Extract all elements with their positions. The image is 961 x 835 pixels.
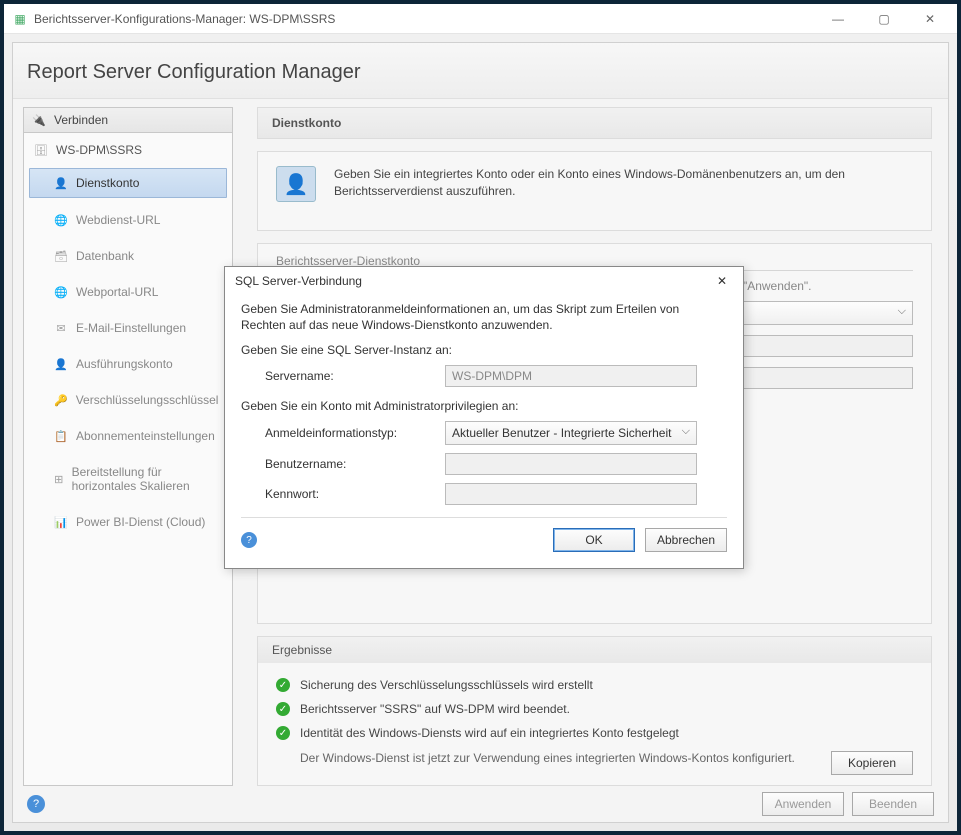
check-icon: ✓ bbox=[276, 726, 290, 740]
titlebar: ▦ Berichtsserver-Konfigurations-Manager:… bbox=[4, 4, 957, 34]
close-button[interactable]: ✕ bbox=[907, 5, 953, 33]
result-text: Sicherung des Verschlüsselungsschlüssels… bbox=[300, 678, 593, 692]
apply-button[interactable]: Anwenden bbox=[762, 792, 844, 816]
maximize-button[interactable]: ▢ bbox=[861, 5, 907, 33]
ok-button[interactable]: OK bbox=[553, 528, 635, 552]
dialog-close-button[interactable]: ✕ bbox=[707, 269, 737, 293]
check-icon: ✓ bbox=[276, 702, 290, 716]
sidebar: 🔌 Verbinden 🗄 WS-DPM\SSRS 👤 Dienstkonto 🌐 W… bbox=[23, 107, 233, 786]
dialog-section-account: Geben Sie ein Konto mit Administratorpri… bbox=[241, 399, 727, 413]
sidebar-item-label: Dienstkonto bbox=[76, 176, 139, 190]
connect-icon: 🔌 bbox=[32, 113, 46, 127]
service-account-icon: 👤 bbox=[276, 166, 316, 202]
sidebar-item-label: E-Mail-Einstellungen bbox=[76, 321, 186, 335]
sidebar-item-3[interactable]: 🌐 Webportal-URL bbox=[30, 278, 226, 306]
sidebar-item-label: Power BI-Dienst (Cloud) bbox=[76, 515, 205, 529]
sidebar-item-label: Datenbank bbox=[76, 249, 134, 263]
app-window: ▦ Berichtsserver-Konfigurations-Manager:… bbox=[0, 0, 961, 835]
sidebar-item-label: Bereitstellung für horizontales Skaliere… bbox=[72, 465, 216, 493]
sidebar-item-2[interactable]: 🗃 Datenbank bbox=[30, 242, 226, 270]
sidebar-item-label: Webportal-URL bbox=[76, 285, 158, 299]
username-input bbox=[445, 453, 697, 475]
sidebar-item-icon: 👤 bbox=[54, 176, 68, 190]
section-title: Dienstkonto bbox=[257, 107, 932, 139]
sidebar-item-5[interactable]: 👤 Ausführungskonto bbox=[30, 350, 226, 378]
sidebar-item-icon: 🔑 bbox=[54, 393, 68, 407]
sidebar-item-7[interactable]: 📋 Abonnementeinstellungen bbox=[30, 422, 226, 450]
app-icon: ▦ bbox=[12, 11, 28, 27]
sidebar-item-9[interactable]: 📊 Power BI-Dienst (Cloud) bbox=[30, 508, 226, 536]
password-label: Kennwort: bbox=[265, 487, 445, 501]
sidebar-item-1[interactable]: 🌐 Webdienst-URL bbox=[30, 206, 226, 234]
result-item: ✓ Identität des Windows-Diensts wird auf … bbox=[276, 721, 913, 745]
page-title: Report Server Configuration Manager bbox=[13, 43, 948, 99]
sidebar-item-icon: ✉ bbox=[54, 321, 68, 335]
server-icon: 🗄 bbox=[34, 143, 48, 157]
password-input bbox=[445, 483, 697, 505]
sidebar-item-icon: 👤 bbox=[54, 357, 68, 371]
dialog-help-icon[interactable]: ? bbox=[241, 532, 257, 548]
credtype-label: Anmeldeinformationstyp: bbox=[265, 426, 445, 440]
sidebar-item-icon: 📋 bbox=[54, 429, 68, 443]
servername-label: Servername: bbox=[265, 369, 445, 383]
result-item: ✓ Berichtsserver "SSRS" auf WS-DPM wird b… bbox=[276, 697, 913, 721]
username-label: Benutzername: bbox=[265, 457, 445, 471]
result-text: Berichtsserver "SSRS" auf WS-DPM wird be… bbox=[300, 702, 570, 716]
minimize-button[interactable]: — bbox=[815, 5, 861, 33]
sidebar-item-label: Webdienst-URL bbox=[76, 213, 160, 227]
check-icon: ✓ bbox=[276, 678, 290, 692]
sidebar-item-label: Abonnementeinstellungen bbox=[76, 429, 215, 443]
sidebar-item-icon: 🌐 bbox=[54, 285, 68, 299]
cancel-button[interactable]: Abbrechen bbox=[645, 528, 727, 552]
intro-text: Geben Sie ein integriertes Konto oder ei… bbox=[334, 166, 913, 216]
sql-connection-dialog: SQL Server-Verbindung ✕ Geben Sie Admini… bbox=[224, 266, 744, 569]
help-icon[interactable]: ? bbox=[27, 795, 45, 813]
sidebar-item-4[interactable]: ✉ E-Mail-Einstellungen bbox=[30, 314, 226, 342]
connect-button[interactable]: 🔌 Verbinden bbox=[23, 107, 233, 133]
connect-label: Verbinden bbox=[54, 113, 108, 127]
sidebar-item-icon: 🗃 bbox=[54, 249, 68, 263]
result-item: ✓ Sicherung des Verschlüsselungsschlüssel… bbox=[276, 673, 913, 697]
servername-input[interactable]: WS-DPM\DPM bbox=[445, 365, 697, 387]
dialog-section-instance: Geben Sie eine SQL Server-Instanz an: bbox=[241, 343, 727, 357]
sidebar-item-label: Ausführungskonto bbox=[76, 357, 173, 371]
results-title: Ergebnisse bbox=[258, 637, 931, 663]
dialog-title: SQL Server-Verbindung bbox=[235, 274, 362, 288]
results-subtext: Der Windows-Dienst ist jetzt zur Verwend… bbox=[276, 745, 913, 775]
sidebar-root-instance[interactable]: 🗄 WS-DPM\SSRS bbox=[24, 139, 232, 161]
credtype-dropdown[interactable]: Aktueller Benutzer - Integrierte Sicherh… bbox=[445, 421, 697, 445]
sidebar-root-label: WS-DPM\SSRS bbox=[56, 143, 142, 157]
sidebar-item-icon: 🌐 bbox=[54, 213, 68, 227]
result-text: Identität des Windows-Diensts wird auf e… bbox=[300, 726, 679, 740]
sidebar-item-6[interactable]: 🔑 Verschlüsselungsschlüssel bbox=[30, 386, 226, 414]
sidebar-item-0[interactable]: 👤 Dienstkonto bbox=[29, 168, 227, 198]
sidebar-item-icon: 📊 bbox=[54, 515, 68, 529]
dialog-description: Geben Sie Administratoranmeldeinformatio… bbox=[241, 301, 727, 333]
copy-button[interactable]: Kopieren bbox=[831, 751, 913, 775]
sidebar-item-label: Verschlüsselungsschlüssel bbox=[76, 393, 219, 407]
sidebar-item-8[interactable]: ⊞ Bereitstellung für horizontales Skalier… bbox=[30, 458, 226, 500]
results-panel: Ergebnisse ✓ Sicherung des Verschlüsselun… bbox=[257, 636, 932, 786]
sidebar-item-icon: ⊞ bbox=[54, 472, 64, 486]
app-title: Berichtsserver-Konfigurations-Manager: W… bbox=[34, 12, 815, 26]
intro-panel: 👤 Geben Sie ein integriertes Konto oder … bbox=[257, 151, 932, 231]
exit-button[interactable]: Beenden bbox=[852, 792, 934, 816]
